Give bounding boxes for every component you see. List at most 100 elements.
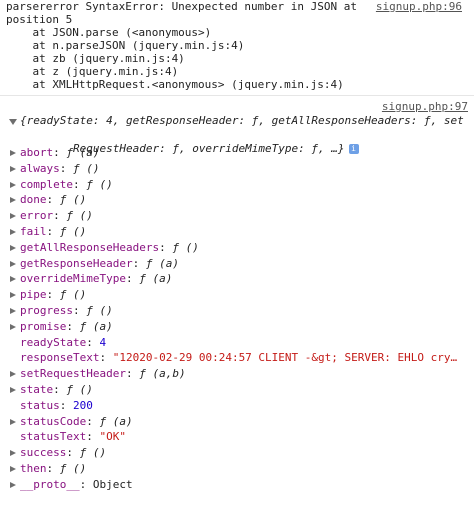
stack-frame[interactable]: at n.parseJSON (jquery.min.js:4) — [6, 39, 244, 53]
stack-frame[interactable]: at zb (jquery.min.js:4) — [6, 52, 184, 66]
property-row-fail[interactable]: fail: ƒ () — [10, 225, 87, 239]
error-message: signup.php:96 parsererror SyntaxError: U… — [6, 0, 468, 94]
property-value: 4 — [99, 335, 107, 349]
error-line: position 5 — [6, 13, 73, 26]
expand-arrow-icon[interactable] — [10, 244, 16, 251]
property-separator: : — [46, 193, 60, 207]
message-divider — [0, 95, 474, 96]
property-value: ƒ () — [86, 177, 113, 191]
expand-arrow-icon[interactable] — [10, 229, 16, 235]
property-separator: : — [79, 477, 93, 491]
property-row-status: status: 200 — [20, 399, 93, 413]
object-summary-line: {readyState: 4, getResponseHeader: ƒ, ge… — [20, 114, 464, 127]
stack-frame[interactable]: at z (jquery.min.js:4) — [6, 65, 178, 79]
property-key: promise — [20, 319, 67, 333]
property-separator: : — [59, 398, 73, 412]
property-row-abort[interactable]: abort: ƒ (a) — [10, 146, 100, 160]
expand-arrow-icon[interactable] — [10, 387, 16, 393]
property-row-promise[interactable]: promise: ƒ (a) — [10, 319, 113, 334]
property-separator: : — [66, 446, 80, 460]
property-row-readystate: readyState: 4 — [20, 336, 106, 350]
property-value: ƒ (a) — [139, 272, 173, 286]
property-value: ƒ () — [59, 225, 87, 238]
property-row-getallresponseheaders[interactable]: getAllResponseHeaders: ƒ () — [10, 240, 199, 255]
expand-arrow-icon[interactable] — [10, 165, 16, 172]
expand-arrow-icon[interactable] — [10, 197, 16, 204]
property-row-statuscode[interactable]: statusCode: ƒ (a) — [10, 414, 133, 429]
property-value: ƒ () — [73, 161, 100, 175]
property-value: ƒ () — [59, 288, 87, 302]
property-row-getresponseheader[interactable]: getResponseHeader: ƒ (a) — [10, 256, 179, 271]
property-value: ƒ (a) — [66, 146, 100, 159]
property-row-done[interactable]: done: ƒ () — [10, 193, 87, 207]
property-key: abort — [20, 146, 54, 159]
property-key: complete — [20, 177, 73, 191]
expand-arrow-icon[interactable] — [10, 292, 16, 299]
stack-frame: at JSON.parse (<anonymous>) — [6, 26, 212, 39]
property-key: always — [20, 161, 60, 175]
expand-arrow-icon[interactable] — [10, 371, 16, 378]
expand-arrow-icon[interactable] — [10, 466, 16, 472]
property-row-responsetext: responseText: "12020-02-29 00:24:57 CLIE… — [20, 351, 457, 365]
object-summary[interactable]: signup.php:97 {readyState: 4, getRespons… — [6, 97, 468, 155]
devtools-console: signup.php:96 parsererror SyntaxError: U… — [0, 0, 474, 514]
property-value: "12020-02-29 00:24:57 CLIENT -&gt; SERVE… — [112, 351, 458, 365]
property-row-then[interactable]: then: ƒ () — [10, 462, 87, 476]
source-link-object[interactable]: signup.php:97 — [382, 100, 468, 114]
expand-arrow-icon[interactable] — [10, 481, 16, 488]
property-key: error — [20, 209, 54, 223]
property-value: ƒ () — [66, 209, 93, 223]
expand-arrow-icon[interactable] — [10, 323, 16, 330]
property-key: readyState — [20, 335, 87, 349]
property-row-proto[interactable]: __proto__: Object — [10, 477, 133, 492]
property-row-overridemimetype[interactable]: overrideMimeType: ƒ (a) — [10, 272, 173, 286]
expand-arrow-icon[interactable] — [10, 418, 16, 425]
property-value: ƒ () — [79, 446, 107, 460]
collapse-triangle-icon[interactable] — [9, 118, 17, 126]
property-row-pipe[interactable]: pipe: ƒ () — [10, 288, 87, 302]
property-row-error[interactable]: error: ƒ () — [10, 209, 93, 223]
property-row-complete[interactable]: complete: ƒ () — [10, 177, 113, 192]
property-separator: : — [86, 414, 100, 428]
property-separator: : — [66, 319, 80, 333]
property-row-statustext: statusText: "OK" — [20, 430, 126, 444]
property-key: status — [20, 398, 60, 412]
property-key: getAllResponseHeaders — [20, 240, 160, 254]
property-separator: : — [125, 367, 140, 381]
property-separator: : — [46, 288, 60, 302]
property-value: ƒ () — [59, 462, 87, 475]
property-separator: : — [125, 272, 140, 286]
source-link-error[interactable]: signup.php:96 — [376, 0, 462, 14]
property-key: overrideMimeType — [20, 272, 126, 286]
property-separator: : — [53, 209, 67, 223]
info-icon[interactable]: i — [348, 144, 359, 154]
property-value: ƒ (a) — [145, 256, 179, 270]
property-value: ƒ () — [59, 193, 87, 207]
stack-frame[interactable]: at XMLHttpRequest.<anonymous> (jquery.mi… — [6, 78, 343, 92]
property-row-progress[interactable]: progress: ƒ () — [10, 304, 113, 318]
property-value: ƒ (a,b) — [139, 367, 186, 381]
property-value: ƒ () — [66, 383, 93, 396]
property-row-state[interactable]: state: ƒ () — [10, 383, 93, 397]
property-separator: : — [86, 430, 100, 444]
expand-arrow-icon[interactable] — [10, 181, 16, 188]
property-row-setrequestheader[interactable]: setRequestHeader: ƒ (a,b) — [10, 367, 186, 381]
property-separator: : — [53, 146, 67, 159]
property-key: setRequestHeader — [20, 367, 126, 381]
expand-arrow-icon[interactable] — [10, 450, 16, 457]
property-separator: : — [59, 161, 73, 175]
property-key: pipe — [20, 288, 47, 302]
property-separator: : — [53, 383, 67, 396]
expand-arrow-icon[interactable] — [10, 213, 16, 220]
property-separator: : — [132, 256, 146, 270]
expand-arrow-icon[interactable] — [10, 308, 16, 314]
property-value: ƒ (a) — [79, 319, 113, 333]
expand-arrow-icon[interactable] — [10, 276, 16, 283]
expand-arrow-icon[interactable] — [10, 150, 16, 156]
property-row-success[interactable]: success: ƒ () — [10, 446, 107, 460]
property-row-always[interactable]: always: ƒ () — [10, 161, 100, 176]
property-value: 200 — [73, 398, 93, 412]
property-key: getResponseHeader — [20, 256, 133, 270]
property-separator: : — [46, 462, 60, 475]
expand-arrow-icon[interactable] — [10, 260, 16, 267]
